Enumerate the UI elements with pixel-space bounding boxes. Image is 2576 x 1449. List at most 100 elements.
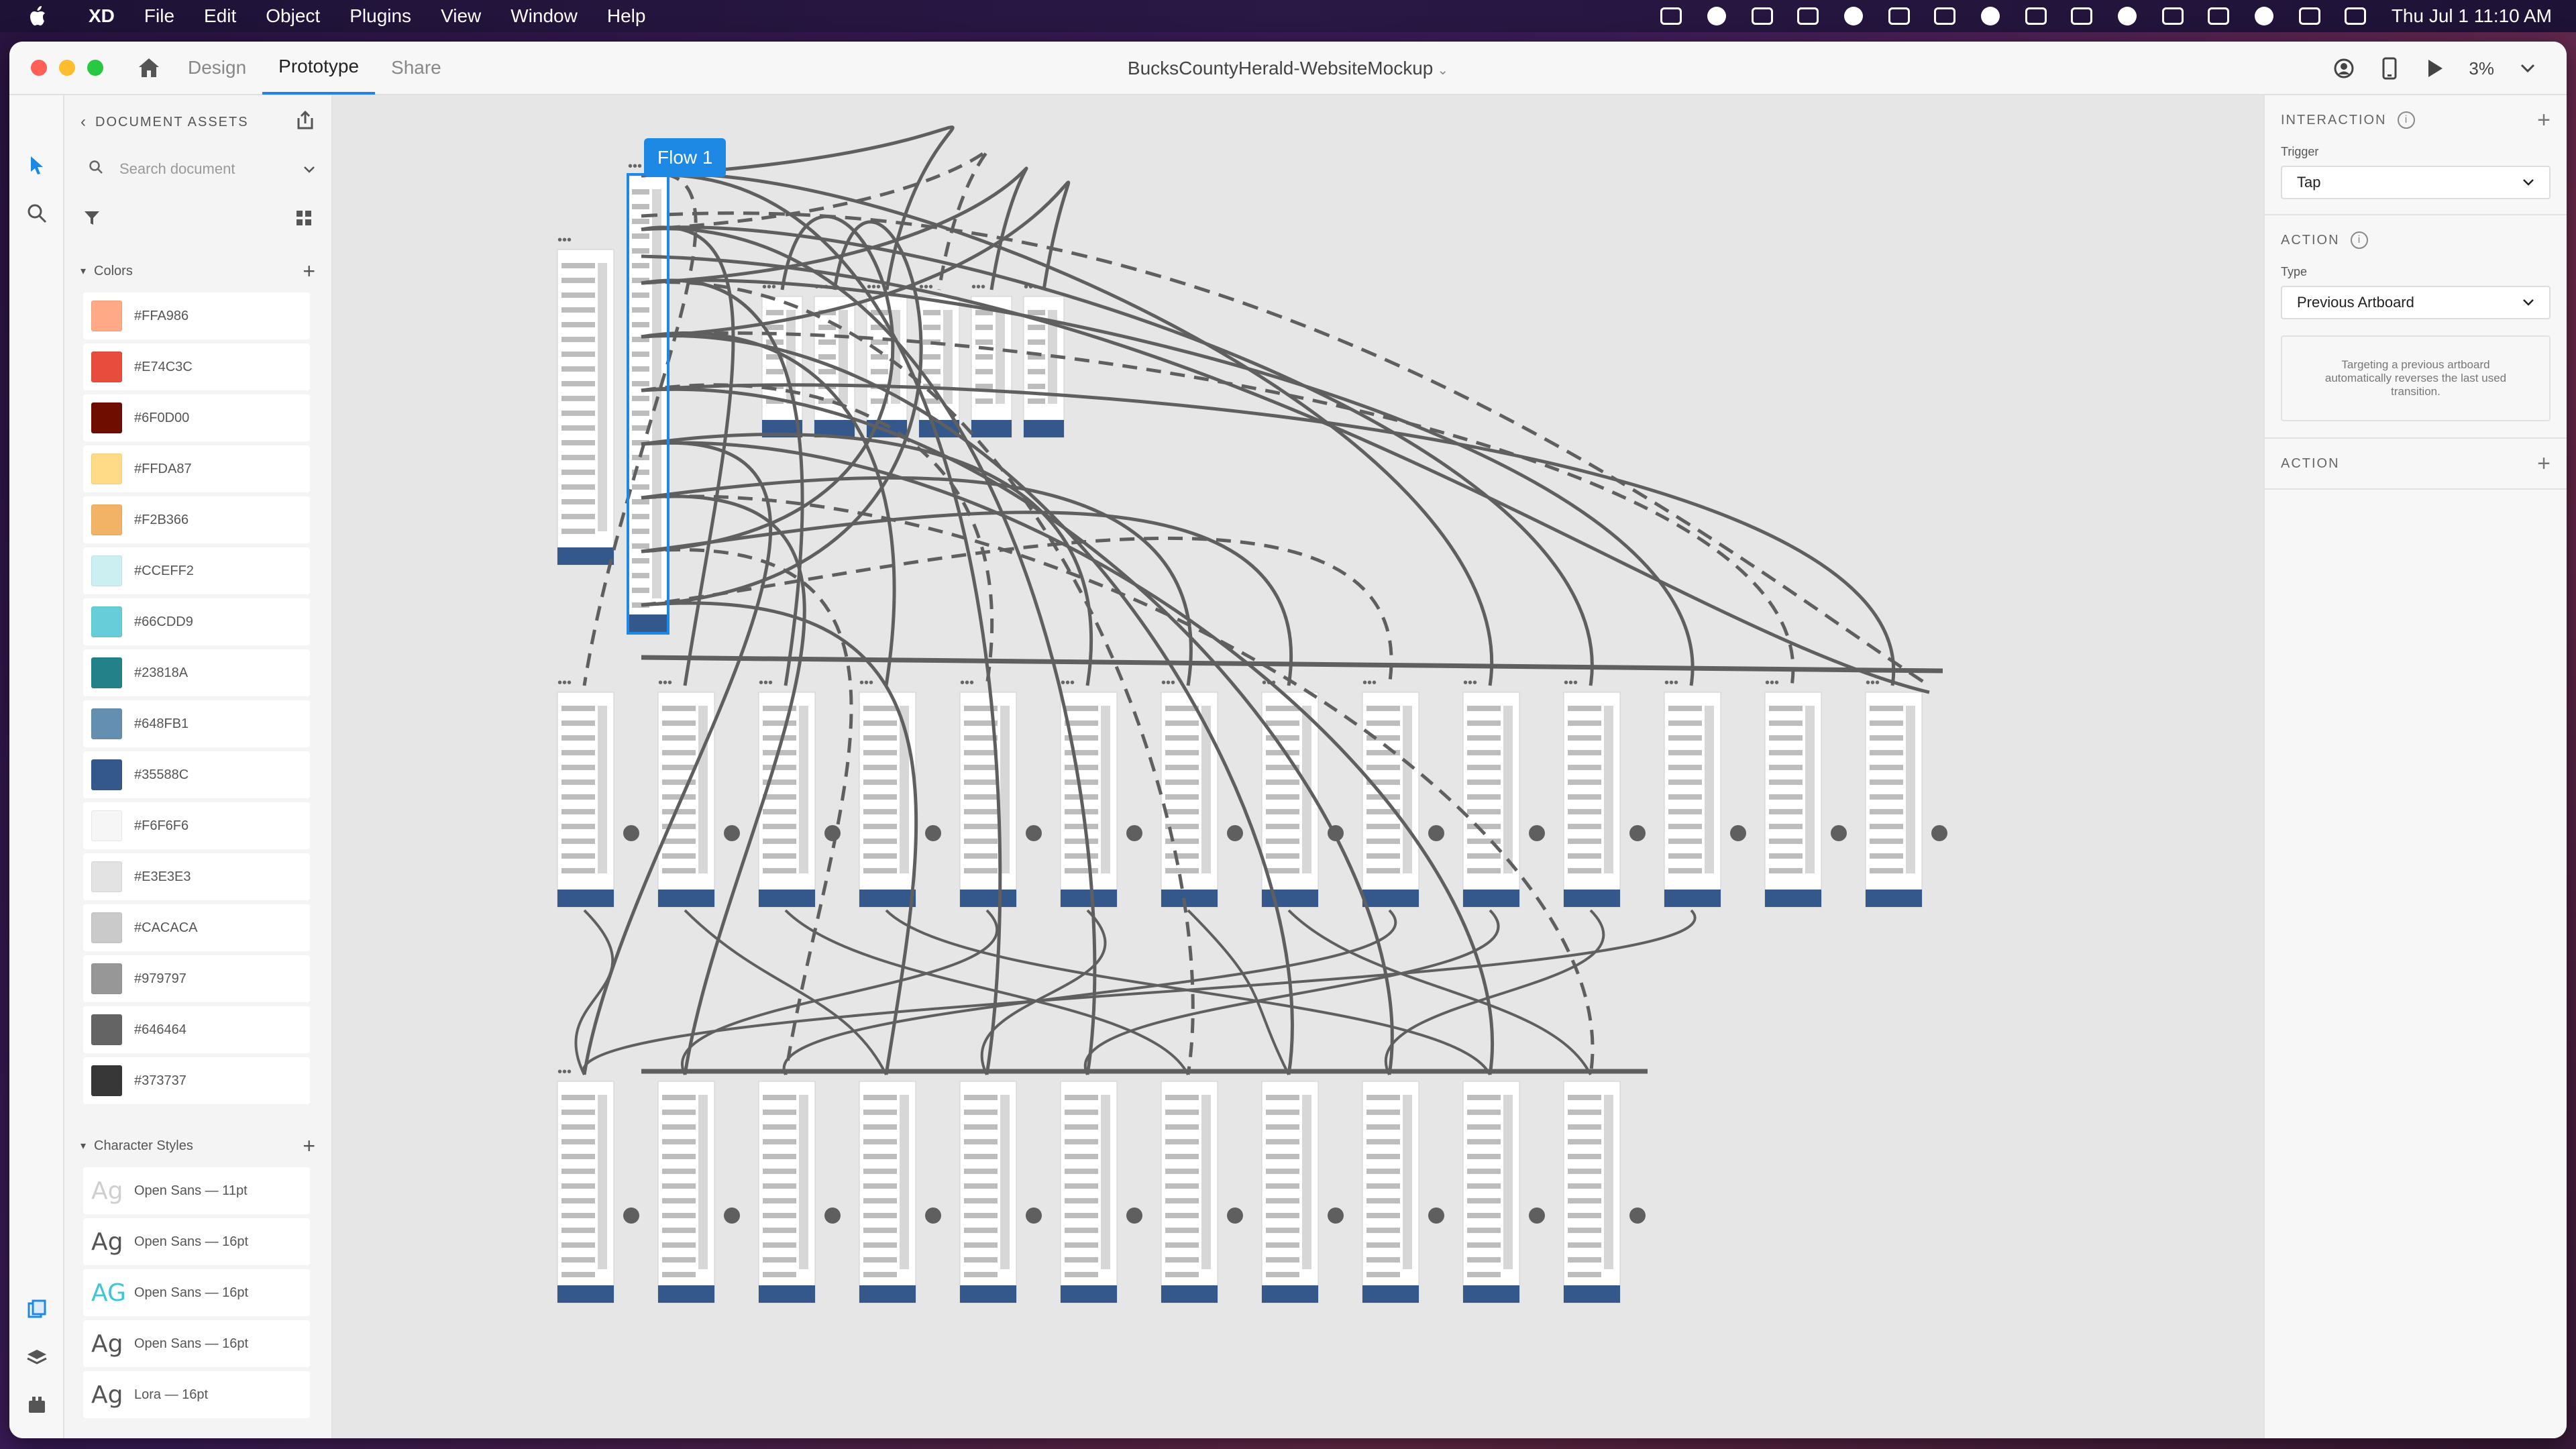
play-preview-icon[interactable] [2423,56,2447,80]
add-action-icon[interactable]: + [2537,451,2551,477]
artboard-content [1467,1139,1501,1144]
artboard-sidebar [1503,1095,1513,1269]
home-icon[interactable] [136,54,162,81]
artboard-footer [1463,1285,1519,1303]
color-swatch-row[interactable]: #35588C [83,751,310,798]
menu-edit[interactable]: Edit [189,5,251,27]
tab-share[interactable]: Share [375,42,458,95]
siri-icon[interactable] [2332,0,2378,32]
color-swatch-row[interactable]: #23818A [83,649,310,696]
artboard-footer [1362,1285,1419,1303]
creative-cloud-icon[interactable] [1648,0,1694,32]
colors-section-header[interactable]: ▾ Colors + [64,250,331,292]
search-chevron-down-icon[interactable] [303,160,315,178]
character-style-row[interactable]: Ag Open Sans — 16pt [83,1320,310,1367]
character-style-row[interactable]: Ag Open Sans — 16pt [83,1218,310,1265]
device-preview-icon[interactable] [2377,56,2402,80]
artboard-content [975,398,993,404]
color-swatch-row[interactable]: #E74C3C [83,343,310,390]
collapse-chevron-icon[interactable]: ▾ [80,264,86,278]
artboard-content [632,529,649,534]
apple-menu-icon[interactable] [0,5,74,28]
document-assets-icon[interactable] [23,1296,50,1323]
tab-design[interactable]: Design [172,42,262,95]
menu-file[interactable]: File [129,5,189,27]
artboard-content [863,1139,897,1144]
character-style-row[interactable]: Ag Lora — 16pt [83,1371,310,1418]
tab-prototype[interactable]: Prototype [262,42,376,95]
menu-help[interactable]: Help [592,5,661,27]
color-swatch-row[interactable]: #FFA986 [83,292,310,339]
color-swatch-row[interactable]: #373737 [83,1057,310,1104]
character-style-sample: Ag [91,1228,123,1256]
character-style-row[interactable]: Ag Open Sans — 11pt [83,1167,310,1214]
flow-start-badge[interactable]: Flow 1 [644,138,727,177]
zoom-chevron-down-icon[interactable] [2516,56,2540,80]
type-select[interactable]: Previous Artboard [2281,286,2551,319]
select-tool-icon[interactable] [23,152,50,178]
menu-view[interactable]: View [426,5,496,27]
search-input[interactable]: Search document [119,160,235,178]
info-icon[interactable]: i [2397,111,2415,129]
color-swatch-row[interactable]: #F6F6F6 [83,802,310,849]
share-user-icon[interactable] [2332,56,2356,80]
color-swatch-row[interactable]: #646464 [83,1006,310,1053]
back-chevron-icon[interactable]: ‹ [80,113,87,131]
close-window-button[interactable] [31,60,47,76]
color-swatch-row[interactable]: #E3E3E3 [83,853,310,900]
character-style-row[interactable]: AG Open Sans — 16pt [83,1269,310,1316]
color-swatch-row[interactable]: #CCEFF2 [83,547,310,594]
add-color-icon[interactable]: + [303,259,315,284]
control-center-icon[interactable] [2287,0,2332,32]
bluetooth-icon[interactable] [2059,0,2104,32]
artboard-content [561,839,595,844]
color-swatch-row[interactable]: #979797 [83,955,310,1002]
grid-view-icon[interactable] [295,209,313,230]
info-icon[interactable]: i [2350,231,2368,249]
menu-clock[interactable]: Thu Jul 1 11:10 AM [2392,5,2552,27]
color-swatch-row[interactable]: #66CDD9 [83,598,310,645]
volume-icon[interactable] [1968,0,2013,32]
app-icon[interactable] [1831,0,1876,32]
filter-icon[interactable] [83,209,101,230]
battery-menu-icon[interactable] [2013,0,2059,32]
zoom-window-button[interactable] [87,60,103,76]
export-share-icon[interactable] [295,110,315,134]
menu-app-name[interactable]: XD [74,5,129,27]
plugins-icon[interactable] [23,1391,50,1418]
menu-plugins[interactable]: Plugins [335,5,426,27]
zoom-tool-icon[interactable] [23,200,50,227]
character-styles-section-header[interactable]: ▾ Character Styles + [64,1124,331,1167]
color-swatch-row[interactable]: #648FB1 [83,700,310,747]
previous-artboard-note: Targeting a previous artboard automatica… [2281,335,2551,421]
menu-window[interactable]: Window [496,5,592,27]
search-bar[interactable]: Search document [80,149,315,189]
layers-icon[interactable] [23,1344,50,1371]
binoculars-icon[interactable] [1694,0,1739,32]
prototype-canvas[interactable]: ••• ••• ••• ••• ••• ••• ••• ••• ••• ••• ••• ••• ••• •… [333,95,2263,1438]
user-icon[interactable] [2196,0,2241,32]
add-interaction-icon[interactable]: + [2537,107,2551,133]
color-swatch-row[interactable]: #CACACA [83,904,310,951]
menu-object[interactable]: Object [251,5,335,27]
add-character-style-icon[interactable]: + [303,1134,315,1159]
collapse-chevron-icon[interactable]: ▾ [80,1139,86,1152]
artboard-content [1065,765,1098,770]
character-style-label: Open Sans — 16pt [134,1285,249,1300]
color-swatch-row[interactable]: #6F0D00 [83,394,310,441]
battery-icon[interactable] [2104,0,2150,32]
artboard-content [1028,369,1045,374]
color-swatch-row[interactable]: #F2B366 [83,496,310,543]
cloud-icon[interactable] [1876,0,1922,32]
zoom-level[interactable]: 3% [2469,58,2494,79]
spotlight-icon[interactable] [2241,0,2287,32]
display-icon[interactable] [1739,0,1785,32]
dropbox-icon[interactable] [1785,0,1831,32]
airplay-icon[interactable] [1922,0,1968,32]
artboard-content [1366,706,1400,711]
wifi-icon[interactable] [2150,0,2196,32]
minimize-window-button[interactable] [59,60,75,76]
trigger-select[interactable]: Tap [2281,166,2551,199]
color-swatch-row[interactable]: #FFDA87 [83,445,310,492]
artboard-wire-map[interactable]: ••• ••• ••• ••• ••• ••• ••• ••• ••• ••• ••• ••• ••• •… [333,95,2263,1438]
